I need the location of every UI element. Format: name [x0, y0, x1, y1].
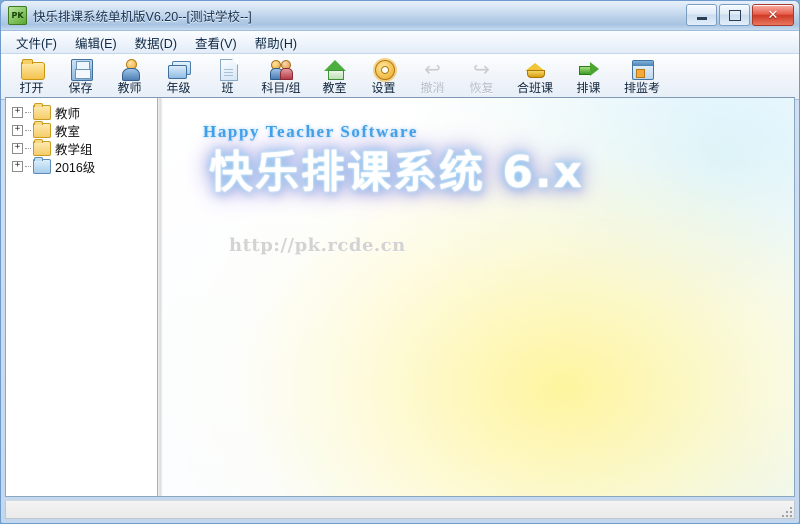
toolbar-button-merge-class[interactable]: 合班课 — [506, 55, 564, 97]
folder-icon — [33, 139, 51, 156]
toolbar-button-schedule[interactable]: 排课 — [564, 55, 613, 97]
close-button[interactable]: ✕ — [752, 4, 794, 26]
subject-group-people-icon — [269, 57, 293, 81]
toolbar-label-schedule: 排课 — [576, 81, 601, 95]
save-floppy-icon — [69, 57, 93, 81]
toolbar-label-grade: 年级 — [166, 81, 191, 95]
tree-item-teachers[interactable]: + 教师 — [12, 103, 157, 121]
splash-url: http://pk.rcde.cn — [229, 235, 406, 256]
toolbar-button-classroom[interactable]: 教室 — [310, 55, 359, 97]
maximize-button[interactable] — [719, 4, 750, 26]
toolbar-label-open: 打开 — [19, 81, 44, 95]
splash-english-title: Happy Teacher Software — [203, 122, 418, 141]
expander-plus-icon[interactable]: + — [12, 143, 23, 154]
tree-item-label: 教室 — [55, 125, 81, 139]
toolbar-button-exam-schedule[interactable]: 排监考 — [613, 55, 671, 97]
menu-bar: 文件(F) 编辑(E) 数据(D) 查看(V) 帮助(H) — [1, 31, 799, 54]
toolbar-button-redo: ↪ 恢复 — [457, 55, 506, 97]
toolbar-label-teacher: 教师 — [117, 81, 142, 95]
close-icon: ✕ — [767, 7, 779, 23]
undo-arrow-icon: ↩ — [424, 57, 441, 81]
folder-icon — [33, 157, 51, 174]
status-bar — [5, 500, 795, 519]
minimize-button[interactable] — [686, 4, 717, 26]
toolbar-label-merge-class: 合班课 — [516, 81, 553, 95]
tree-item-classrooms[interactable]: + 教室 — [12, 121, 157, 139]
expander-plus-icon[interactable]: + — [12, 125, 23, 136]
toolbar-label-redo: 恢复 — [469, 81, 494, 95]
open-folder-icon — [20, 57, 45, 81]
toolbar-button-save[interactable]: 保存 — [56, 55, 105, 97]
tree-item-label: 教师 — [55, 107, 81, 121]
toolbar-label-settings: 设置 — [371, 81, 396, 95]
tree-item-teaching-groups[interactable]: + 教学组 — [12, 139, 157, 157]
toolbar-button-undo: ↩ 撤消 — [408, 55, 457, 97]
toolbar-label-class: 班 — [221, 81, 234, 95]
toolbar-button-settings[interactable]: 设置 — [359, 55, 408, 97]
tree-panel[interactable]: + 教师 + 教室 + 教学组 + 2016级 — [6, 98, 158, 496]
toolbar-label-undo: 撤消 — [420, 81, 445, 95]
toolbar-button-teacher[interactable]: 教师 — [105, 55, 154, 97]
teacher-person-icon — [118, 57, 142, 81]
menu-help[interactable]: 帮助(H) — [246, 31, 306, 54]
classroom-house-icon — [323, 57, 347, 81]
client-area: + 教师 + 教室 + 教学组 + 2016级 Happy Teacher So… — [5, 97, 795, 497]
grade-cards-icon — [167, 57, 191, 81]
tree-connector — [25, 112, 31, 113]
app-icon: PK — [8, 6, 27, 25]
minimize-icon — [696, 16, 707, 20]
menu-file[interactable]: 文件(F) — [7, 31, 66, 54]
tree-connector — [25, 130, 31, 131]
window-title: 快乐排课系统单机版V6.20--[测试学校--] — [33, 10, 252, 24]
expander-plus-icon[interactable]: + — [12, 107, 23, 118]
menu-edit[interactable]: 编辑(E) — [66, 31, 126, 54]
toolbar-button-open[interactable]: 打开 — [7, 55, 56, 97]
expander-plus-icon[interactable]: + — [12, 161, 23, 172]
folder-icon — [33, 121, 51, 138]
toolbar-button-subject-group[interactable]: 科目/组 — [252, 55, 310, 97]
toolbar-button-grade[interactable]: 年级 — [154, 55, 203, 97]
window-controls: ✕ — [686, 4, 794, 26]
merge-class-cap-icon — [523, 57, 547, 81]
maximize-icon — [728, 9, 741, 21]
menu-view[interactable]: 查看(V) — [186, 31, 246, 54]
tree-item-label: 2016级 — [55, 161, 96, 175]
application-window: PK 快乐排课系统单机版V6.20--[测试学校--] ✕ 文件(F) 编辑(E… — [0, 0, 800, 524]
main-content-area: Happy Teacher Software 快乐排课系统 6.x http:/… — [163, 98, 794, 496]
title-bar: PK 快乐排课系统单机版V6.20--[测试学校--] ✕ — [1, 1, 799, 31]
menu-data[interactable]: 数据(D) — [126, 31, 186, 54]
tree-item-grade-2016[interactable]: + 2016级 — [12, 157, 157, 175]
settings-gear-icon — [372, 57, 396, 81]
toolbar-button-class[interactable]: 班 — [203, 55, 252, 97]
exam-calendar-icon — [630, 57, 654, 81]
tree-connector — [25, 148, 31, 149]
toolbar-label-save: 保存 — [68, 81, 93, 95]
toolbar-label-subject-group: 科目/组 — [261, 81, 301, 95]
toolbar-label-exam-schedule: 排监考 — [623, 81, 660, 95]
class-page-icon — [216, 57, 240, 81]
redo-arrow-icon: ↪ — [473, 57, 490, 81]
folder-icon — [33, 103, 51, 120]
schedule-arrow-icon — [577, 57, 601, 81]
tree-item-label: 教学组 — [55, 143, 93, 157]
splash-chinese-title: 快乐排课系统 6.x — [209, 147, 585, 198]
tree-connector — [25, 166, 31, 167]
resize-grip-icon[interactable] — [780, 505, 792, 517]
toolbar: 打开 保存 教师 年级 班 科目/组 教室 设置 ↩ 撤消 ↪ 恢复 合班课 排… — [1, 54, 799, 100]
toolbar-label-classroom: 教室 — [322, 81, 347, 95]
